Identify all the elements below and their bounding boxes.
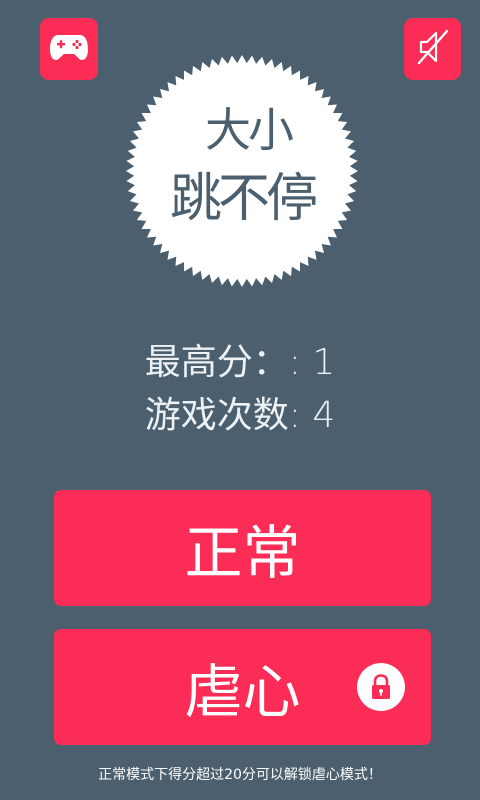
unlock-hint: 正常模式下得分超过20分可以解锁虐心模式！ [98, 767, 382, 783]
hard-mode-button[interactable]: 虐心 [54, 629, 431, 745]
gamepad-button[interactable] [40, 18, 98, 80]
logo-title-line1: 大小 [205, 103, 294, 157]
normal-mode-button[interactable]: 正常 [54, 490, 431, 606]
sound-muted-icon [415, 27, 451, 71]
gamepad-icon [49, 33, 89, 65]
game-logo: 大小 跳不停 [126, 55, 358, 287]
logo-title-line2: 跳不停 [169, 169, 318, 229]
lock-icon [357, 663, 405, 711]
games-played-label: 游戏次数: 4 [144, 395, 336, 436]
sound-toggle-button[interactable] [404, 18, 461, 80]
hard-mode-label: 虐心 [184, 658, 301, 726]
normal-mode-label: 正常 [184, 519, 301, 587]
best-score-label: 最高分：: 1 [144, 342, 336, 383]
